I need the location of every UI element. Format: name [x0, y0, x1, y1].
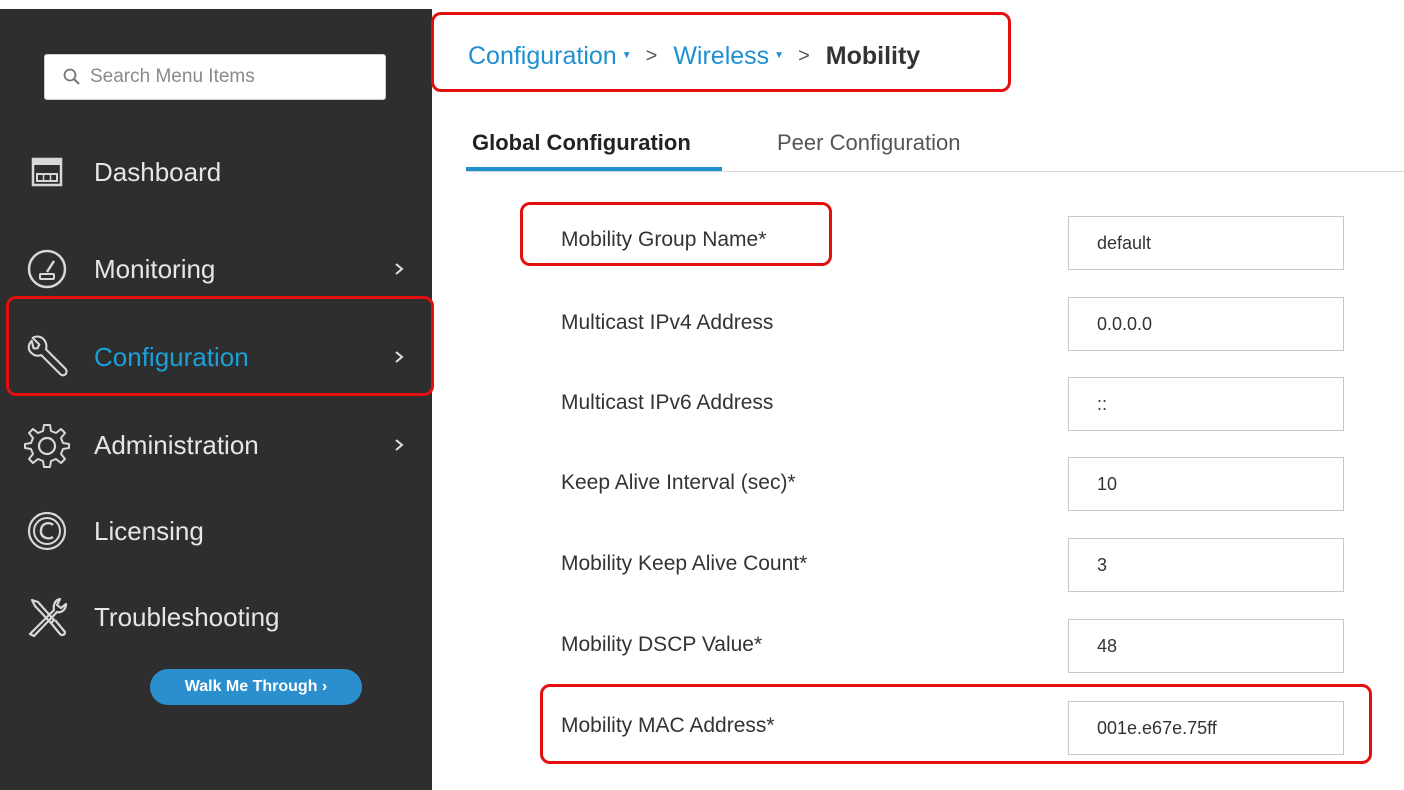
label-multicast-ipv6: Multicast IPv6 Address [561, 391, 774, 414]
label-keep-alive-interval: Keep Alive Interval (sec)* [561, 471, 796, 494]
caret-down-icon: ▼ [774, 49, 785, 61]
form-row-keep-alive-interval: Keep Alive Interval (sec)* [0, 457, 1404, 513]
breadcrumb-configuration-label: Configuration [468, 41, 617, 70]
breadcrumb: Configuration ▼ > Wireless ▼ > Mobility [468, 36, 920, 76]
label-multicast-ipv4: Multicast IPv4 Address [561, 311, 774, 334]
keep-alive-interval-input[interactable] [1068, 457, 1344, 511]
label-mobility-group-name: Mobility Group Name* [561, 228, 767, 251]
form-row-mobility-group-name: Mobility Group Name* [0, 216, 1404, 272]
nav-item-dashboard[interactable]: Dashboard [0, 142, 432, 202]
form-row-dscp-value: Mobility DSCP Value* [0, 619, 1404, 675]
search-input[interactable]: Search Menu Items [44, 54, 386, 100]
label-dscp-value: Mobility DSCP Value* [561, 633, 763, 656]
tab-peer-configuration[interactable]: Peer Configuration [777, 130, 960, 156]
form-row-multicast-ipv4: Multicast IPv4 Address [0, 297, 1404, 353]
multicast-ipv6-input[interactable] [1068, 377, 1344, 431]
breadcrumb-mobility: Mobility [825, 41, 921, 70]
chevron-right-icon [395, 439, 404, 451]
nav-label-dashboard: Dashboard [94, 156, 222, 187]
breadcrumb-configuration[interactable]: Configuration ▼ [468, 42, 632, 71]
breadcrumb-separator-icon: > [645, 44, 658, 67]
search-placeholder: Search Menu Items [90, 66, 255, 87]
caret-down-icon: ▼ [621, 49, 632, 61]
mac-address-input[interactable] [1068, 701, 1344, 755]
search-icon [63, 68, 80, 85]
active-tab-indicator [466, 167, 722, 171]
form-row-multicast-ipv6: Multicast IPv6 Address [0, 377, 1404, 433]
breadcrumb-wireless[interactable]: Wireless ▼ [673, 42, 784, 71]
keep-alive-count-input[interactable] [1068, 538, 1344, 592]
tab-global-configuration[interactable]: Global Configuration [472, 130, 691, 156]
multicast-ipv4-input[interactable] [1068, 297, 1344, 351]
dscp-value-input[interactable] [1068, 619, 1344, 673]
breadcrumb-separator-icon: > [798, 44, 810, 67]
label-mac-address: Mobility MAC Address* [561, 714, 775, 737]
nav-label-administration: Administration [94, 429, 259, 460]
breadcrumb-wireless-label: Wireless [673, 41, 770, 70]
dashboard-icon [24, 149, 70, 195]
label-keep-alive-count: Mobility Keep Alive Count* [561, 552, 808, 575]
tab-bar: Global Configuration Peer Configuration [466, 120, 1404, 172]
form-row-keep-alive-count: Mobility Keep Alive Count* [0, 538, 1404, 594]
form-row-mac-address: Mobility MAC Address* [0, 701, 1404, 757]
mobility-group-name-input[interactable] [1068, 216, 1344, 270]
